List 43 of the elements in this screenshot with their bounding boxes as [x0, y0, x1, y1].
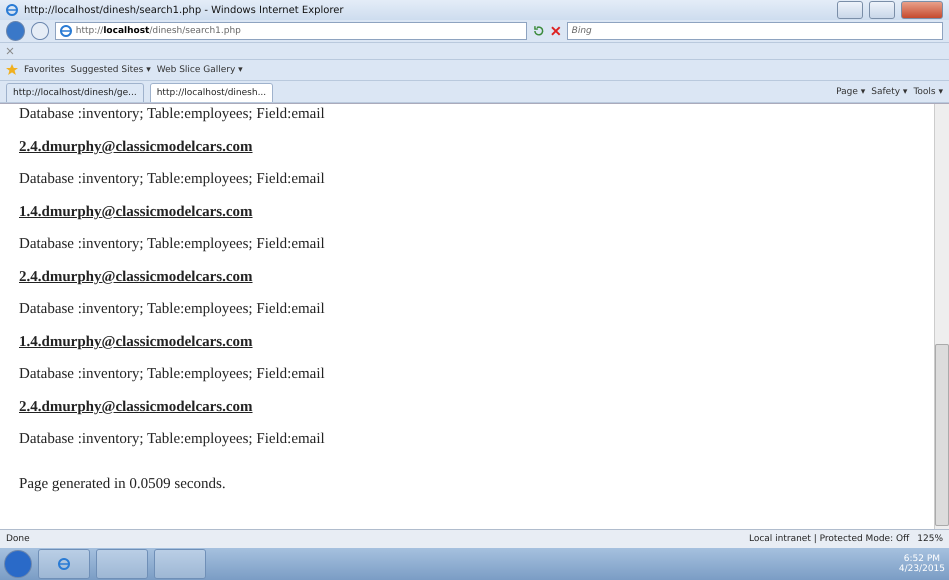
back-button[interactable] [6, 21, 26, 41]
result-link[interactable]: 2.4.dmurphy@classicmodelcars.com [19, 399, 253, 416]
page-footer: Page generated in 0.0509 seconds. [19, 476, 934, 493]
document-taskbar-button[interactable] [96, 549, 148, 579]
close-icon[interactable] [6, 47, 14, 55]
result-link[interactable]: 1.4.dmurphy@classicmodelcars.com [19, 204, 253, 221]
favorites-link[interactable]: Web Slice Gallery ▾ [156, 65, 243, 75]
result-detail: Database :inventory; Table:employees; Field:email [19, 301, 326, 318]
window-title: http://localhost/dinesh/search1.php - Windows Internet Explorer [24, 4, 344, 16]
browser-tab[interactable]: http://localhost/dinesh... [150, 83, 274, 102]
app-taskbar-button[interactable] [154, 549, 206, 579]
refresh-icon[interactable] [533, 25, 546, 37]
start-button[interactable] [4, 550, 32, 578]
command-menu[interactable]: Safety ▾ [871, 86, 908, 96]
favorites-link[interactable]: Suggested Sites ▾ [70, 65, 151, 75]
result-detail: Database :inventory; Table:employees; Field:email [19, 171, 326, 188]
address-field[interactable]: http://localhost/dinesh/search1.php [54, 22, 528, 40]
status-text: Done [6, 534, 30, 544]
result-detail: Database :inventory; Table:employees; Field:email [19, 106, 326, 123]
command-menu[interactable]: Tools ▾ [913, 86, 943, 96]
page-icon [60, 25, 72, 37]
result-detail: Database :inventory; Table:employees; Field:email [19, 236, 326, 253]
star-icon[interactable] [6, 64, 18, 76]
favorites-label[interactable]: Favorites [24, 65, 65, 75]
minimize-button[interactable] [837, 1, 863, 19]
browser-tab[interactable]: http://localhost/dinesh/ge... [6, 83, 144, 102]
command-menu[interactable]: Page ▾ [836, 86, 866, 96]
stop-icon[interactable] [551, 26, 561, 36]
browser-logo-icon [6, 4, 18, 16]
result-detail: Database :inventory; Table:employees; Field:email [19, 366, 326, 383]
forward-button[interactable] [31, 22, 49, 40]
result-link[interactable]: 2.4.dmurphy@classicmodelcars.com [19, 139, 253, 156]
browser-logo-icon [58, 558, 70, 570]
browser-taskbar-button[interactable] [38, 549, 90, 579]
result-link[interactable]: 1.4.dmurphy@classicmodelcars.com [19, 334, 253, 351]
result-detail: Database :inventory; Table:employees; Field:email [19, 431, 326, 448]
maximize-button[interactable] [869, 1, 895, 19]
close-button[interactable] [901, 1, 943, 19]
search-field[interactable]: Bing [566, 22, 943, 40]
scrollbar-thumb[interactable] [935, 344, 949, 526]
result-link[interactable]: 2.4.dmurphy@classicmodelcars.com [19, 269, 253, 286]
security-zone: Local intranet | Protected Mode: Off [748, 534, 910, 544]
zoom-level[interactable]: 125% [917, 534, 943, 544]
